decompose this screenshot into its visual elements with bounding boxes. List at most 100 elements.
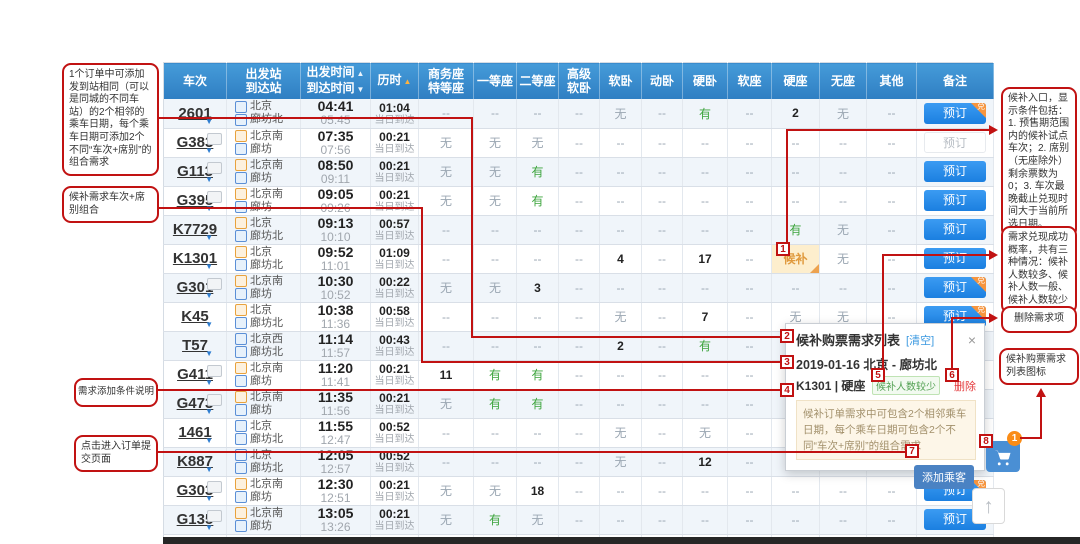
seat-cell: -- xyxy=(682,505,728,535)
seat-cell: -- xyxy=(599,273,642,303)
expand-caret-icon[interactable]: ▼ xyxy=(205,262,213,271)
arrow-right-icon xyxy=(989,125,998,135)
seat-cell: 无 xyxy=(418,186,474,216)
seat-cell: -- xyxy=(599,157,642,187)
expand-caret-icon[interactable]: ▼ xyxy=(205,378,213,387)
seat-cell: -- xyxy=(599,505,642,535)
station-name: 廊坊北 xyxy=(250,113,283,126)
station-cell: 北京南廊坊 xyxy=(226,476,301,506)
column-header: 无座 xyxy=(819,62,867,99)
expand-caret-icon[interactable]: ▼ xyxy=(205,494,213,503)
seat-cell: -- xyxy=(727,273,772,303)
seat-cell: 有 xyxy=(516,186,559,216)
column-header[interactable]: 出发时间 ▲ 到达时间 ▼ xyxy=(300,62,371,99)
back-to-top-button[interactable]: ↑ xyxy=(972,488,1005,524)
seat-cell: -- xyxy=(727,418,772,448)
book-button[interactable]: 预订 xyxy=(924,161,986,182)
book-button[interactable]: 预订兑 xyxy=(924,102,986,124)
departure-time: 11:55 xyxy=(317,417,354,434)
station-type-icon xyxy=(235,100,247,113)
station-type-icon xyxy=(235,346,247,358)
seat-cell: -- xyxy=(682,476,728,506)
seat-cell: -- xyxy=(727,186,772,216)
seat-cell: 无 xyxy=(516,505,559,535)
expand-caret-icon[interactable]: ▼ xyxy=(205,291,213,300)
book-button[interactable]: 预订 xyxy=(924,190,986,211)
same-day-note: 当日到达 xyxy=(374,376,415,387)
arrival-time: 09:11 xyxy=(320,171,351,186)
seat-cell: 无 xyxy=(473,476,517,506)
seat-cell: -- xyxy=(516,244,559,274)
column-header-label: 动卧 xyxy=(649,74,674,88)
expand-caret-icon[interactable]: ▼ xyxy=(205,465,213,474)
train-number-link[interactable]: T57 xyxy=(182,337,208,354)
station-name: 廊坊 xyxy=(250,519,272,532)
expand-caret-icon[interactable]: ▼ xyxy=(205,349,213,358)
station-cell: 北京 廊坊北 xyxy=(226,418,301,448)
seat-cell: -- xyxy=(418,331,474,361)
seat-cell: -- xyxy=(866,186,917,216)
expand-caret-icon[interactable]: ▼ xyxy=(205,320,213,329)
same-day-note: 当日到达 xyxy=(374,289,415,300)
column-header: 软卧 xyxy=(599,62,642,99)
seat-cell: 无 xyxy=(473,273,517,303)
seat-cell: -- xyxy=(727,157,772,187)
expand-caret-icon[interactable]: ▼ xyxy=(205,523,213,532)
time-cell: 11:14 11:57 xyxy=(300,331,371,361)
station-name: 北京南 xyxy=(250,129,283,142)
book-button[interactable]: 预订兑 xyxy=(924,276,986,298)
same-day-note: 当日到达 xyxy=(374,434,415,445)
expand-caret-icon[interactable]: ▼ xyxy=(205,146,213,155)
column-header-label: 备注 xyxy=(942,74,967,88)
station-name: 北京西 xyxy=(250,332,283,345)
annotation-line xyxy=(786,129,996,131)
seat-cell: -- xyxy=(819,186,867,216)
train-type-icon xyxy=(207,161,222,174)
time-cell: 11:35 11:56 xyxy=(300,389,371,419)
duration-value: 00:43 xyxy=(379,333,410,347)
expand-caret-icon[interactable]: ▼ xyxy=(205,175,213,184)
train-cell: K7729 ▼ xyxy=(163,215,227,245)
train-row: G301 ▼ 北京南 廊坊 10:30 10:52 00:22 当日到达无无 3 -- -- -- --… xyxy=(163,273,994,303)
station-line: 廊坊 xyxy=(229,288,298,301)
add-passenger-button[interactable]: 添加乘客 xyxy=(914,465,974,489)
same-day-note: 当日到达 xyxy=(374,231,415,242)
station-line: 北京西 xyxy=(229,333,298,346)
time-cell: 07:35 07:56 xyxy=(300,128,371,158)
clear-all-link[interactable]: [清空] xyxy=(906,332,934,348)
duration-value: 00:21 xyxy=(379,507,410,521)
book-button[interactable]: 预订 xyxy=(924,248,986,269)
seat-cell: -- xyxy=(641,99,683,129)
train-cell: G301 ▼ xyxy=(163,273,227,303)
seat-cell: -- xyxy=(558,418,600,448)
seat-cell: 18 xyxy=(516,476,559,506)
time-cell: 08:50 09:11 xyxy=(300,157,371,187)
book-button[interactable]: 预订 xyxy=(924,219,986,240)
annotation-note: 需求兑现成功概率，共有三种情况：候补人数较多、候补人数一般、候补人数较少 xyxy=(1001,226,1077,314)
expand-caret-icon[interactable]: ▼ xyxy=(205,233,213,242)
seat-cell: -- xyxy=(641,418,683,448)
seat-cell: 无 xyxy=(418,273,474,303)
expand-caret-icon[interactable]: ▼ xyxy=(205,436,213,445)
seat-cell: -- xyxy=(599,476,642,506)
departure-time: 09:05 xyxy=(317,185,354,202)
station-line: 廊坊北 xyxy=(229,433,298,446)
station-type-icon xyxy=(235,246,247,258)
seat-cell: -- xyxy=(727,215,772,245)
close-icon[interactable]: × xyxy=(968,333,976,347)
station-type-icon xyxy=(235,113,247,126)
station-name: 廊坊 xyxy=(250,171,272,184)
seat-cell: -- xyxy=(682,186,728,216)
time-cell: 12:30 12:51 xyxy=(300,476,371,506)
annotation-note: 候补需求车次+席别组合 xyxy=(62,186,159,224)
seat-cell: -- xyxy=(473,418,517,448)
time-cell: 09:05 09:26 xyxy=(300,185,371,216)
seat-cell: -- xyxy=(558,505,600,535)
station-line: 北京 xyxy=(229,217,298,230)
expand-caret-icon[interactable]: ▼ xyxy=(205,407,213,416)
train-type-icon xyxy=(207,190,222,203)
seat-cell: -- xyxy=(599,389,642,419)
seat-cell: 无 xyxy=(819,244,867,274)
column-header[interactable]: 历时 ▲ xyxy=(370,62,419,99)
seat-cell: 无 xyxy=(819,99,867,129)
